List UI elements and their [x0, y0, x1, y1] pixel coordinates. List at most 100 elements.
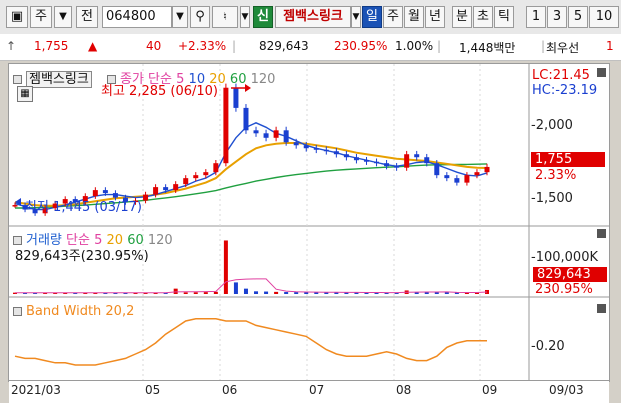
candle-body: [263, 133, 269, 138]
interval-10-button[interactable]: 10: [589, 6, 619, 28]
chart-area[interactable]: 젬백스링크 종가 단순 5 10 20 60 120 ▦ 최고 2,285 (0…: [8, 63, 610, 403]
candle-body: [233, 87, 239, 108]
panel-close-icon[interactable]: [597, 229, 606, 238]
rate-value: 1.00%: [395, 39, 434, 53]
current-volume-tag: 829,643: [533, 267, 607, 282]
x-tick: 2021/03: [11, 383, 61, 397]
candle-body: [323, 149, 329, 152]
candle-body: [193, 175, 199, 179]
candle-body: [394, 166, 400, 168]
change-amount: 40: [146, 39, 162, 53]
extra-value: 1: [606, 39, 614, 53]
x-axis: 2021/03 05 06 07 08 09 09/03: [9, 380, 609, 403]
interval-5-button[interactable]: 5: [568, 6, 588, 28]
candle-body: [474, 172, 480, 176]
candle-body: [384, 163, 390, 167]
speaker-dropdown-icon[interactable]: ▼: [240, 6, 250, 28]
toolbar: ▣ 주 ▼ 전 064800 ▼ ⚲ ♮ ▼ 신 젬백스링크 ▼ 일 주 월 년…: [0, 0, 621, 35]
volume-bar: [274, 291, 279, 294]
y-tick-1500: -1,500: [531, 191, 573, 206]
speaker-icon[interactable]: ♮: [212, 6, 238, 28]
volume-bar: [233, 282, 238, 294]
up-arrow-icon: ▲: [88, 39, 98, 53]
candle-body: [243, 107, 249, 131]
candle-body: [303, 145, 309, 149]
volume-bar: [213, 291, 218, 294]
candle-body: [363, 160, 369, 162]
x-tick: 05: [145, 383, 161, 397]
candle-body: [102, 190, 108, 194]
period-year-button[interactable]: 년: [425, 6, 445, 28]
market-select[interactable]: 주: [30, 6, 52, 28]
x-tick: 08: [396, 383, 412, 397]
period-week-button[interactable]: 주: [383, 6, 403, 28]
candle-body: [183, 178, 189, 185]
ma-60-label: 60: [229, 72, 247, 87]
pattern-dropdown-icon[interactable]: ▼: [351, 6, 361, 28]
volume-bar: [424, 292, 429, 294]
current-volume-pct: 230.95%: [535, 282, 593, 297]
volume-bar: [284, 292, 289, 294]
volume-ma5-line: [14, 278, 488, 294]
candle-body: [454, 178, 460, 183]
volume-bar: [254, 291, 259, 294]
period-day-button[interactable]: 일: [362, 6, 382, 28]
candle-body: [374, 161, 380, 164]
price-panel-title: 젬백스링크: [13, 68, 92, 88]
candle-body: [173, 184, 179, 191]
amount-value: 1,448백만: [459, 41, 516, 55]
period-minute-button[interactable]: 분: [452, 6, 472, 28]
candle-body: [424, 157, 430, 164]
vol-ma-120-label: 120: [147, 233, 173, 248]
candle-body: [153, 187, 159, 195]
candle-body: [404, 154, 410, 168]
volume-bar: [173, 288, 178, 294]
new-button[interactable]: 신: [253, 6, 273, 28]
pattern-select[interactable]: 젬백스링크: [275, 6, 351, 28]
candle-body: [313, 148, 319, 150]
volume-bar: [434, 292, 439, 294]
rank-value: 최우선: [546, 41, 580, 55]
panel-close-icon[interactable]: [597, 68, 606, 77]
market-dropdown-icon[interactable]: ▼: [54, 6, 72, 28]
volume-bar: [294, 292, 299, 294]
candle-body: [293, 142, 299, 146]
chart-svg[interactable]: [9, 64, 609, 380]
window-icon[interactable]: ▣: [6, 6, 28, 28]
panel-close-icon[interactable]: [597, 304, 606, 313]
candle-body: [444, 175, 450, 179]
lc-label: LC:21.45: [532, 68, 590, 83]
volume-y-tick: -100,000K: [531, 250, 598, 265]
interval-3-button[interactable]: 3: [547, 6, 567, 28]
search-icon[interactable]: ⚲: [190, 6, 210, 28]
candle-body: [464, 175, 470, 183]
candle-body: [12, 205, 18, 207]
prev-button[interactable]: 전: [76, 6, 98, 28]
candle-body: [283, 130, 289, 143]
candle-body: [203, 172, 209, 176]
panel-toggle-icon[interactable]: [13, 236, 22, 245]
panel-toggle-icon[interactable]: [13, 307, 22, 316]
ma-120-label: 120: [250, 72, 276, 87]
period-month-button[interactable]: 월: [404, 6, 424, 28]
candle-body: [414, 154, 420, 158]
interval-1-button[interactable]: 1: [526, 6, 546, 28]
volume-bar: [264, 291, 269, 294]
volume-bar: [444, 292, 449, 294]
separator: |: [541, 39, 546, 53]
band-width-line: [14, 318, 487, 366]
x-tick: 07: [309, 383, 325, 397]
change-percent: +2.33%: [178, 39, 227, 53]
candle-body: [343, 154, 349, 158]
period-tick-button[interactable]: 틱: [494, 6, 514, 28]
panel-toggle-icon[interactable]: [13, 75, 22, 84]
candle-body: [434, 163, 440, 176]
candle-body: [333, 151, 339, 155]
hc-label: HC:-23.19: [532, 83, 598, 98]
low-note: 최저 1,445 (03/17): [25, 200, 143, 215]
period-second-button[interactable]: 초: [473, 6, 493, 28]
table-icon[interactable]: ▦: [17, 86, 33, 102]
current-price: 1,755: [34, 39, 69, 53]
code-dropdown-icon[interactable]: ▼: [172, 6, 188, 28]
code-input[interactable]: 064800: [102, 6, 172, 28]
